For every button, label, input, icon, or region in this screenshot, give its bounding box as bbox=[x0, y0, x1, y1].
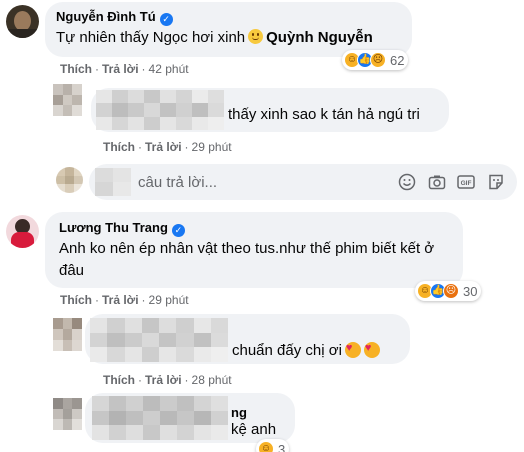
timestamp[interactable]: 42 phút bbox=[149, 62, 189, 76]
reply-link[interactable]: Trả lời bbox=[145, 373, 182, 387]
comment-author[interactable]: Nguyễn Đình Tú ✓ bbox=[56, 9, 173, 26]
reply-placeholder: câu trả lời... bbox=[138, 174, 218, 191]
pixelated-avatar bbox=[53, 84, 82, 116]
smile-emoji-icon bbox=[248, 29, 264, 44]
heart-face-emoji-icon bbox=[344, 342, 361, 358]
haha-icon: ☺ bbox=[258, 441, 274, 452]
reply-link[interactable]: Trả lời bbox=[145, 140, 182, 154]
angry-icon: ☹ bbox=[443, 283, 459, 299]
reply-link[interactable]: Trả lời bbox=[102, 62, 139, 76]
reaction-summary[interactable]: ☺ 👍 ☹ 30 bbox=[415, 281, 482, 301]
reply-link[interactable]: Trả lời bbox=[102, 293, 139, 307]
reaction-count: 30 bbox=[463, 283, 478, 299]
reply-author-fragment[interactable]: ng bbox=[231, 405, 247, 420]
timestamp[interactable]: 28 phút bbox=[192, 373, 232, 387]
avatar[interactable] bbox=[6, 215, 39, 248]
reply-text: kệ anh bbox=[231, 421, 277, 438]
reaction-count: 3 bbox=[278, 441, 286, 452]
comment-author[interactable]: Lương Thu Trang ✓ bbox=[59, 220, 185, 237]
reply-actions: Thích · Trả lời · 28 phút bbox=[103, 373, 232, 387]
emoji-icon[interactable] bbox=[398, 173, 416, 191]
timestamp[interactable]: 29 phút bbox=[192, 140, 232, 154]
reaction-summary[interactable]: ☺ 👍 ☹ 62 bbox=[342, 50, 409, 70]
comment-actions: Thích · Trả lời · 42 phút bbox=[60, 62, 189, 76]
pixelated-name bbox=[95, 168, 131, 196]
reaction-summary[interactable]: ☺ 3 bbox=[256, 439, 290, 452]
verified-badge-icon: ✓ bbox=[171, 224, 185, 237]
reply-text: thấy xinh sao k tán hả ngú tri bbox=[228, 106, 420, 123]
svg-text:GIF: GIF bbox=[461, 180, 472, 187]
pixelated-avatar bbox=[56, 167, 83, 193]
timestamp[interactable]: 29 phút bbox=[149, 293, 189, 307]
pixelated-name bbox=[92, 396, 228, 440]
comment-text-line-2: đâu bbox=[59, 262, 85, 279]
pixelated-name bbox=[90, 318, 228, 362]
reply-actions: Thích · Trả lời · 29 phút bbox=[103, 140, 232, 154]
pixelated-avatar bbox=[53, 318, 82, 351]
mention-link[interactable]: Quỳnh Nguyễn bbox=[266, 29, 373, 46]
like-link[interactable]: Thích bbox=[60, 62, 92, 76]
camera-icon[interactable] bbox=[428, 173, 446, 191]
heart-face-emoji-icon bbox=[363, 342, 380, 358]
gif-icon[interactable]: GIF bbox=[457, 173, 475, 191]
reply-text: chuẩn đấy chị ơi bbox=[232, 342, 380, 359]
like-link[interactable]: Thích bbox=[103, 140, 135, 154]
reaction-count: 62 bbox=[390, 52, 405, 68]
comment-actions: Thích · Trả lời · 29 phút bbox=[60, 293, 189, 307]
pixelated-avatar bbox=[53, 398, 82, 430]
avatar[interactable] bbox=[6, 5, 39, 38]
like-link[interactable]: Thích bbox=[60, 293, 92, 307]
reply-input[interactable]: câu trả lời... GIF bbox=[89, 164, 517, 200]
verified-badge-icon: ✓ bbox=[159, 13, 173, 26]
comment-text: Tự nhiên thấy Ngọc hơi xinh Quỳnh Nguyễn bbox=[56, 29, 373, 46]
sad-icon: ☹ bbox=[370, 52, 386, 68]
comment-text-line-1: Anh ko nên ép nhân vật theo tus.như thế … bbox=[59, 240, 435, 257]
like-link[interactable]: Thích bbox=[103, 373, 135, 387]
pixelated-name bbox=[96, 90, 224, 130]
sticker-icon[interactable] bbox=[487, 173, 505, 191]
